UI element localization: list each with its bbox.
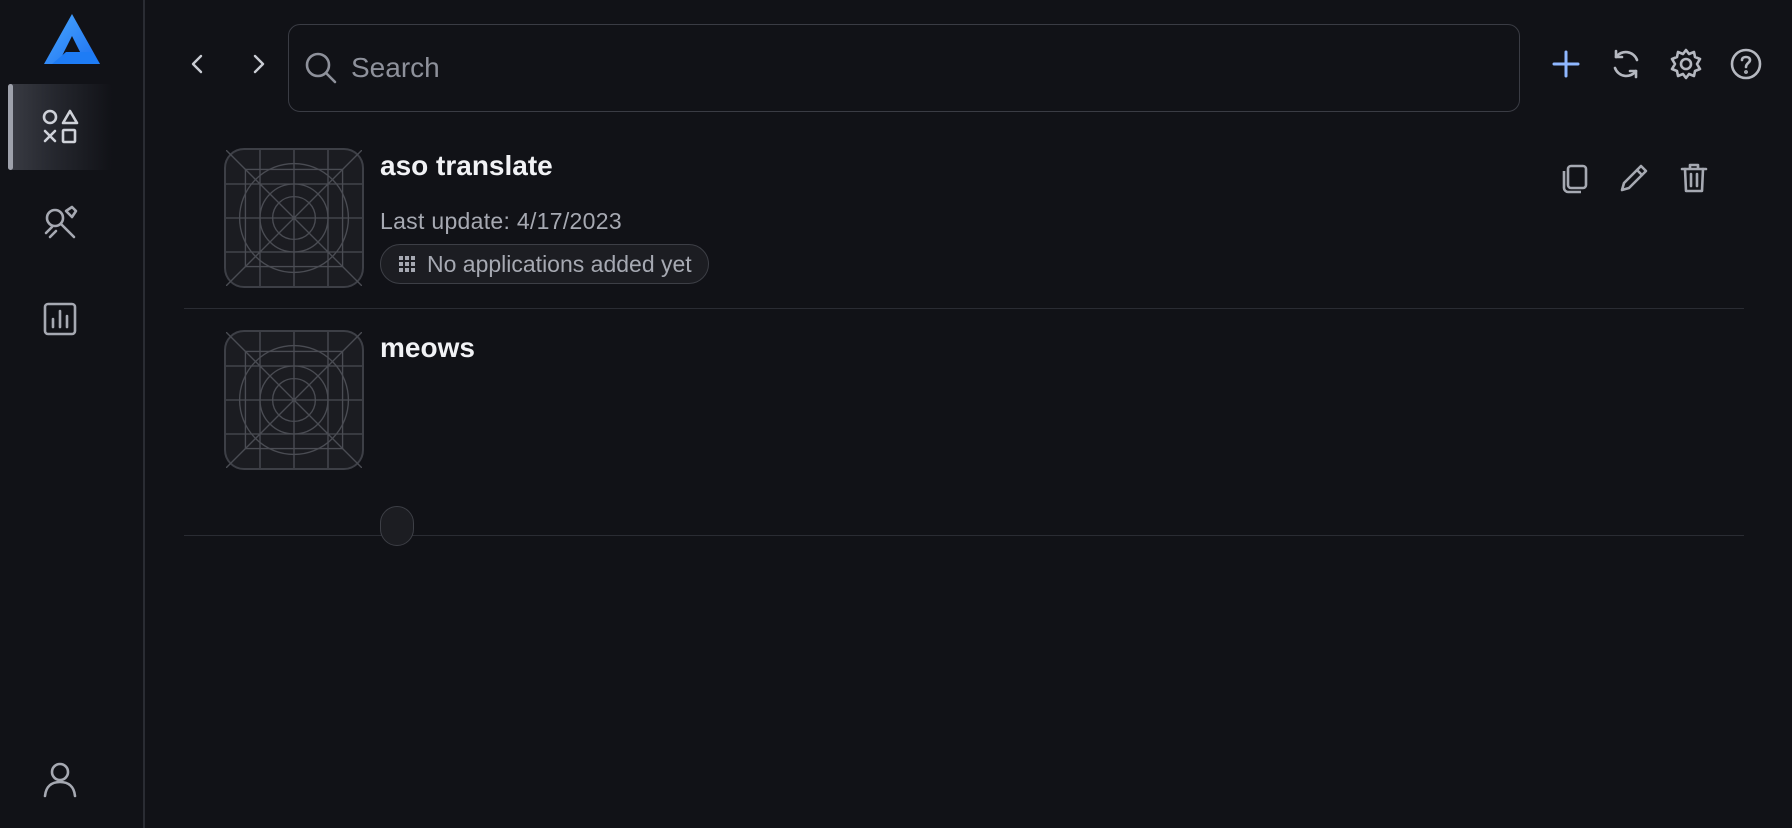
gear-icon	[1670, 48, 1702, 80]
app-window: aso translate Last update: 4/17/2023 No …	[0, 0, 1792, 828]
sidebar-item-account[interactable]	[8, 736, 112, 822]
sidebar-item-projects[interactable]	[8, 84, 112, 170]
chevron-left-icon	[191, 54, 203, 74]
sidebar	[0, 0, 145, 828]
delete-button[interactable]	[1674, 158, 1714, 198]
logo-icon	[42, 12, 102, 68]
project-row[interactable]: meows	[184, 310, 1744, 546]
edit-icon	[1620, 164, 1648, 192]
search-box	[288, 24, 1520, 112]
forward-button[interactable]	[238, 42, 278, 86]
search-input[interactable]	[351, 25, 1519, 111]
copy-icon	[1562, 164, 1588, 194]
chart-icon	[43, 302, 77, 336]
apps-chip: No applications added yet	[380, 244, 709, 284]
user-icon	[43, 762, 77, 798]
apps-chip-label: No applications added yet	[427, 250, 692, 277]
search-icon	[305, 52, 337, 84]
chevron-right-icon	[253, 54, 265, 74]
app-placeholder-icon	[224, 148, 364, 288]
app-placeholder-icon	[224, 330, 364, 470]
sidebar-item-analytics[interactable]	[8, 276, 112, 362]
sidebar-item-tools[interactable]	[8, 180, 112, 266]
project-name: aso translate	[380, 150, 553, 181]
shapes-icon	[42, 109, 79, 144]
back-button[interactable]	[178, 42, 218, 86]
project-row[interactable]: aso translate Last update: 4/17/2023 No …	[184, 128, 1744, 309]
last-update: Last update: 4/17/2023	[380, 208, 622, 234]
grid-icon	[399, 256, 415, 272]
add-project-button[interactable]	[1544, 42, 1588, 86]
edit-button[interactable]	[1614, 158, 1654, 198]
project-list: aso translate Last update: 4/17/2023 No …	[184, 128, 1744, 714]
tools-icon	[44, 205, 78, 239]
project-name: meows	[380, 332, 475, 363]
trash-icon	[1680, 163, 1708, 193]
platform-chip	[380, 506, 414, 546]
refresh-button[interactable]	[1604, 42, 1648, 86]
row-actions	[1554, 158, 1714, 198]
duplicate-button[interactable]	[1554, 158, 1594, 198]
help-button[interactable]	[1724, 42, 1768, 86]
plus-icon	[1552, 50, 1580, 78]
help-icon	[1730, 48, 1762, 80]
refresh-icon	[1613, 49, 1639, 79]
settings-button[interactable]	[1664, 42, 1708, 86]
